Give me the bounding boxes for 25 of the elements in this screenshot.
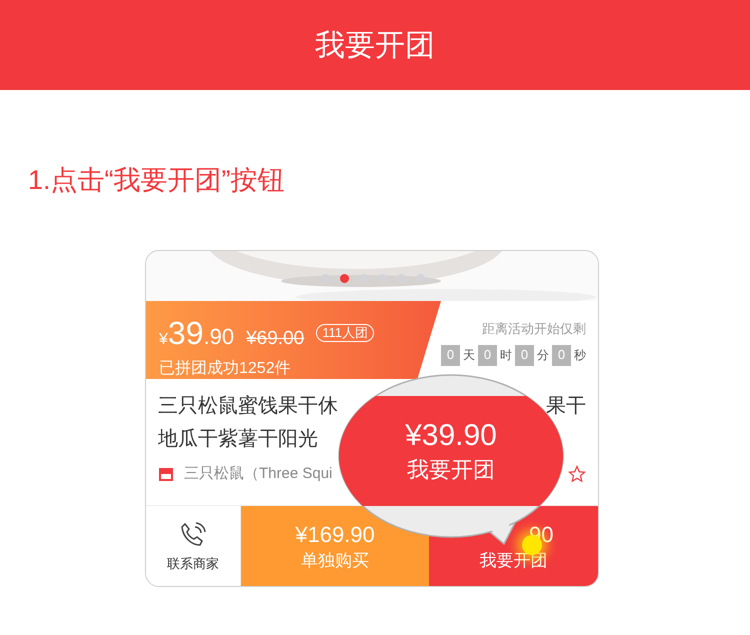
countdown-digit: 0 <box>478 344 497 366</box>
sold-count: 已拼团成功1252件 <box>159 359 291 379</box>
product-title-fragment: 果干 <box>546 394 586 418</box>
callout-label: 我要开团 <box>407 456 495 484</box>
countdown-unit: 分 <box>537 347 549 364</box>
star-icon[interactable] <box>568 465 586 483</box>
group-size-badge: 111人团 <box>316 324 374 342</box>
original-price: ¥69.00 <box>246 327 304 351</box>
product-title-line: 三只松鼠蜜饯果干休 <box>158 394 338 418</box>
callout-price: ¥39.90 <box>405 418 497 454</box>
contact-seller-button[interactable]: 联系商家 <box>146 506 241 586</box>
countdown-label: 距离活动开始仅剩 <box>482 320 586 338</box>
shop-icon <box>158 467 174 481</box>
shop-name: 三只松鼠（Three Squi <box>184 464 332 484</box>
countdown-unit: 天 <box>463 347 475 364</box>
product-title-line: 地瓜干紫薯干阳光 <box>158 426 318 452</box>
countdown-unit: 时 <box>500 347 512 364</box>
group-price: ¥39.90 <box>159 314 234 353</box>
step-instruction: 1.点击“我要开团”按钮 <box>28 165 284 195</box>
buy-alone-button[interactable]: ¥169.90 单独购买 <box>241 506 429 586</box>
countdown-digit: 0 <box>552 344 571 366</box>
countdown-unit: 秒 <box>574 347 586 364</box>
countdown-digit: 0 <box>515 344 534 366</box>
countdown-digit: 0 <box>441 344 460 366</box>
header-title: 我要开团 <box>315 28 435 64</box>
